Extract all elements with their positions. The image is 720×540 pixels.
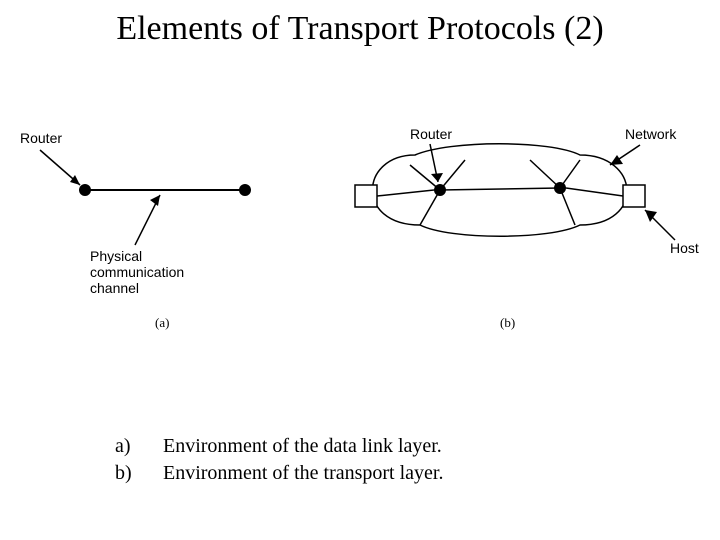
router-dot xyxy=(239,184,251,196)
label-network: Network xyxy=(625,126,676,142)
caption-a: (a) xyxy=(155,315,169,331)
edge xyxy=(560,160,580,188)
network-cloud xyxy=(373,144,627,237)
edge xyxy=(560,188,575,225)
edge xyxy=(530,160,560,188)
edge xyxy=(440,160,465,190)
router-dot xyxy=(79,184,91,196)
slide: Elements of Transport Protocols (2) xyxy=(0,0,720,540)
arrow-head xyxy=(610,155,623,165)
label-physical-channel: Physical communication channel xyxy=(90,248,184,296)
diagram-svg xyxy=(20,130,700,350)
legend-row: b) Environment of the transport layer. xyxy=(115,462,443,485)
caption-b: (b) xyxy=(500,315,515,331)
page-title: Elements of Transport Protocols (2) xyxy=(0,10,720,48)
label-router-a: Router xyxy=(20,130,62,146)
link-line xyxy=(440,188,560,190)
edge xyxy=(566,188,623,196)
arrow-head xyxy=(431,173,443,182)
host-box xyxy=(355,185,377,207)
edge xyxy=(377,190,434,196)
host-box xyxy=(623,185,645,207)
edge xyxy=(420,190,440,225)
label-host: Host xyxy=(670,240,699,256)
figure: Router Physical communication channel Ro… xyxy=(20,130,700,350)
legend-key-a: a) xyxy=(115,435,163,458)
arrow-head xyxy=(70,175,80,185)
legend-key-b: b) xyxy=(115,462,163,485)
legend: a) Environment of the data link layer. b… xyxy=(115,435,443,489)
legend-text-b: Environment of the transport layer. xyxy=(163,462,443,485)
legend-row: a) Environment of the data link layer. xyxy=(115,435,443,458)
label-router-b: Router xyxy=(410,126,452,142)
legend-text-a: Environment of the data link layer. xyxy=(163,435,442,458)
